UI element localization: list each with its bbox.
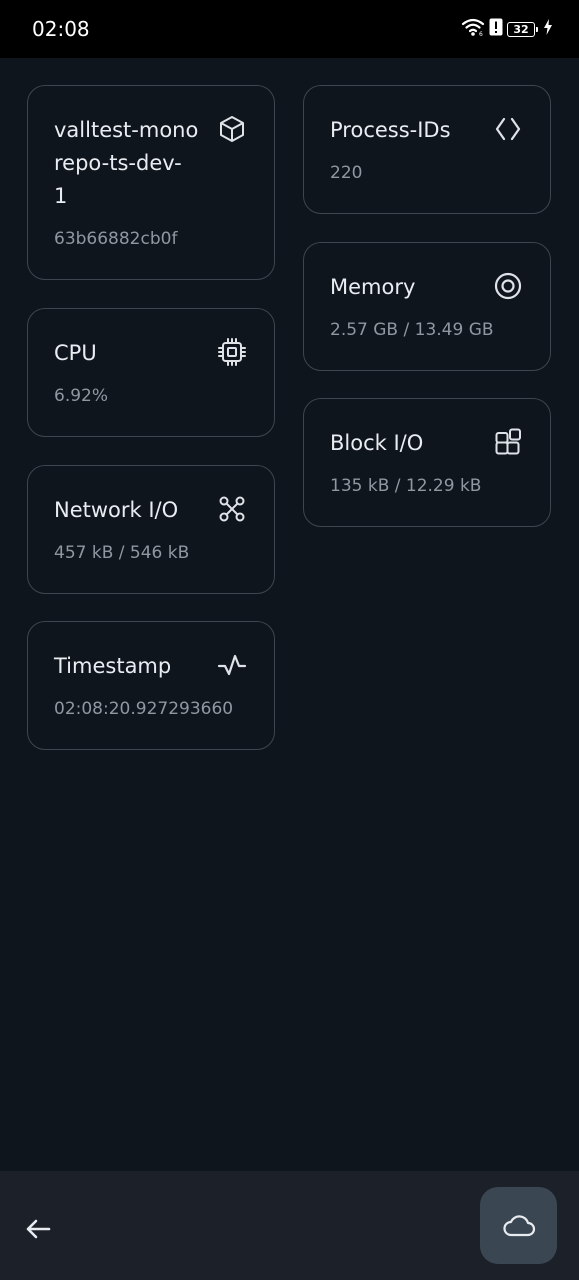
cpu-value: 6.92%	[54, 386, 109, 406]
container-name-line3: 1	[54, 184, 68, 208]
cloud-icon	[502, 1214, 535, 1236]
network-nodes-icon	[217, 494, 247, 524]
process-ids-value: 220	[330, 163, 363, 183]
charging-icon	[543, 18, 553, 40]
block-io-title: Block I/O	[330, 431, 424, 455]
timestamp-value: 02:08:20.927293660	[54, 699, 234, 719]
blocks-icon	[493, 427, 523, 457]
block-io-card[interactable]: Block I/O 135 kB / 12.29 kB	[303, 398, 551, 527]
status-time: 02:08	[32, 17, 90, 41]
wifi-icon: 6	[461, 17, 485, 42]
process-ids-title: Process-IDs	[330, 118, 451, 142]
block-io-value: 135 kB / 12.29 kB	[330, 476, 482, 496]
memory-card[interactable]: Memory 2.57 GB / 13.49 GB	[303, 242, 551, 371]
network-io-card[interactable]: Network I/O 457 kB / 546 kB	[27, 465, 275, 594]
network-io-value: 457 kB / 546 kB	[54, 543, 190, 563]
status-icons: 6 32	[461, 18, 553, 40]
cloud-button[interactable]	[480, 1187, 557, 1264]
cpu-title: CPU	[54, 341, 97, 365]
cpu-chip-icon	[217, 337, 247, 367]
timestamp-title: Timestamp	[54, 654, 172, 678]
pulse-icon	[217, 650, 247, 680]
alert-icon	[489, 18, 503, 41]
back-button[interactable]	[22, 1213, 54, 1245]
container-id: 63b66882cb0f	[54, 229, 178, 249]
battery-icon: 32	[507, 21, 538, 37]
container-name-line2: repo-ts-dev-	[54, 151, 182, 175]
network-io-title: Network I/O	[54, 498, 179, 522]
code-brackets-icon	[493, 114, 523, 144]
arrow-left-icon	[26, 1219, 51, 1239]
timestamp-card[interactable]: Timestamp 02:08:20.927293660	[27, 621, 275, 750]
memory-title: Memory	[330, 275, 416, 299]
cpu-card[interactable]: CPU 6.92%	[27, 308, 275, 437]
container-name-line1: valltest-mono	[54, 118, 199, 142]
container-card[interactable]: valltest-mono repo-ts-dev- 1 63b66882cb0…	[27, 85, 275, 280]
target-icon	[493, 271, 523, 301]
process-ids-card[interactable]: Process-IDs 220	[303, 85, 551, 214]
bottom-bar	[0, 1171, 579, 1280]
status-bar: 02:08 6 32	[0, 0, 579, 58]
memory-value: 2.57 GB / 13.49 GB	[330, 320, 494, 340]
cube-icon	[217, 114, 247, 144]
svg-text:6: 6	[479, 31, 483, 37]
